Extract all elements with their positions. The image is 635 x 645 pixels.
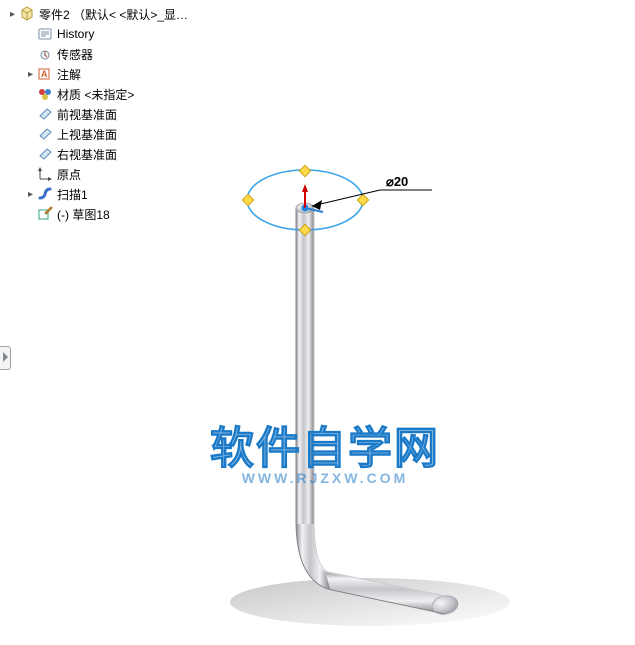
tree-item[interactable]: 原点 <box>26 164 198 184</box>
tree-item[interactable]: ▸ 扫描1 <box>26 184 198 204</box>
origin-icon <box>37 166 53 182</box>
tree-item-label: 注解 <box>57 66 81 83</box>
material-icon <box>37 86 53 102</box>
plane-icon <box>37 106 53 122</box>
svg-text:A: A <box>41 69 48 79</box>
tree-item-label: 右视基准面 <box>57 146 117 163</box>
tree-root-label: 零件2 （默认< <默认>_显… <box>39 6 188 23</box>
tree-item-label: 材质 <未指定> <box>57 86 134 103</box>
model-shaft <box>296 208 314 524</box>
tree-item[interactable]: 材质 <未指定> <box>26 84 198 104</box>
tree-item-label: 上视基准面 <box>57 126 117 143</box>
annotation-icon: A <box>37 66 53 82</box>
tree-item-label: 传感器 <box>57 46 93 63</box>
expand-icon[interactable]: ▸ <box>8 10 17 19</box>
tree-item[interactable]: (-) 草图18 <box>26 204 198 224</box>
dimension-text: ⌀20 <box>386 174 408 189</box>
tree-item[interactable]: 上视基准面 <box>26 124 198 144</box>
dimension-callout[interactable]: ⌀20 <box>312 174 432 210</box>
tree-item[interactable]: 传感器 <box>26 44 198 64</box>
tree-item-label: 原点 <box>57 166 81 183</box>
sketch-icon <box>37 206 53 222</box>
plane-icon <box>37 146 53 162</box>
tree-item[interactable]: 右视基准面 <box>26 144 198 164</box>
tree-item[interactable]: ▸ A 注解 <box>26 64 198 84</box>
sweep-icon <box>37 186 53 202</box>
tree-item-label: 前视基准面 <box>57 106 117 123</box>
tree-item[interactable]: History <box>26 24 198 44</box>
sketch-active[interactable] <box>242 165 368 235</box>
expand-icon[interactable]: ▸ <box>26 70 35 79</box>
tree-root[interactable]: ▸ 零件2 （默认< <默认>_显… <box>8 4 198 24</box>
expand-icon[interactable]: ▸ <box>26 190 35 199</box>
tree-item[interactable]: 前视基准面 <box>26 104 198 124</box>
part-icon <box>19 6 35 22</box>
tree-item-label: History <box>57 27 94 41</box>
flyout-tab[interactable] <box>0 346 11 370</box>
tree-item-label: (-) 草图18 <box>57 206 110 223</box>
history-icon <box>37 26 53 42</box>
tree-item-label: 扫描1 <box>57 186 88 203</box>
feature-tree[interactable]: ▸ 零件2 （默认< <默认>_显… History 传感器 ▸ A 注解 材质… <box>8 4 198 224</box>
sensor-icon <box>37 46 53 62</box>
plane-icon <box>37 126 53 142</box>
